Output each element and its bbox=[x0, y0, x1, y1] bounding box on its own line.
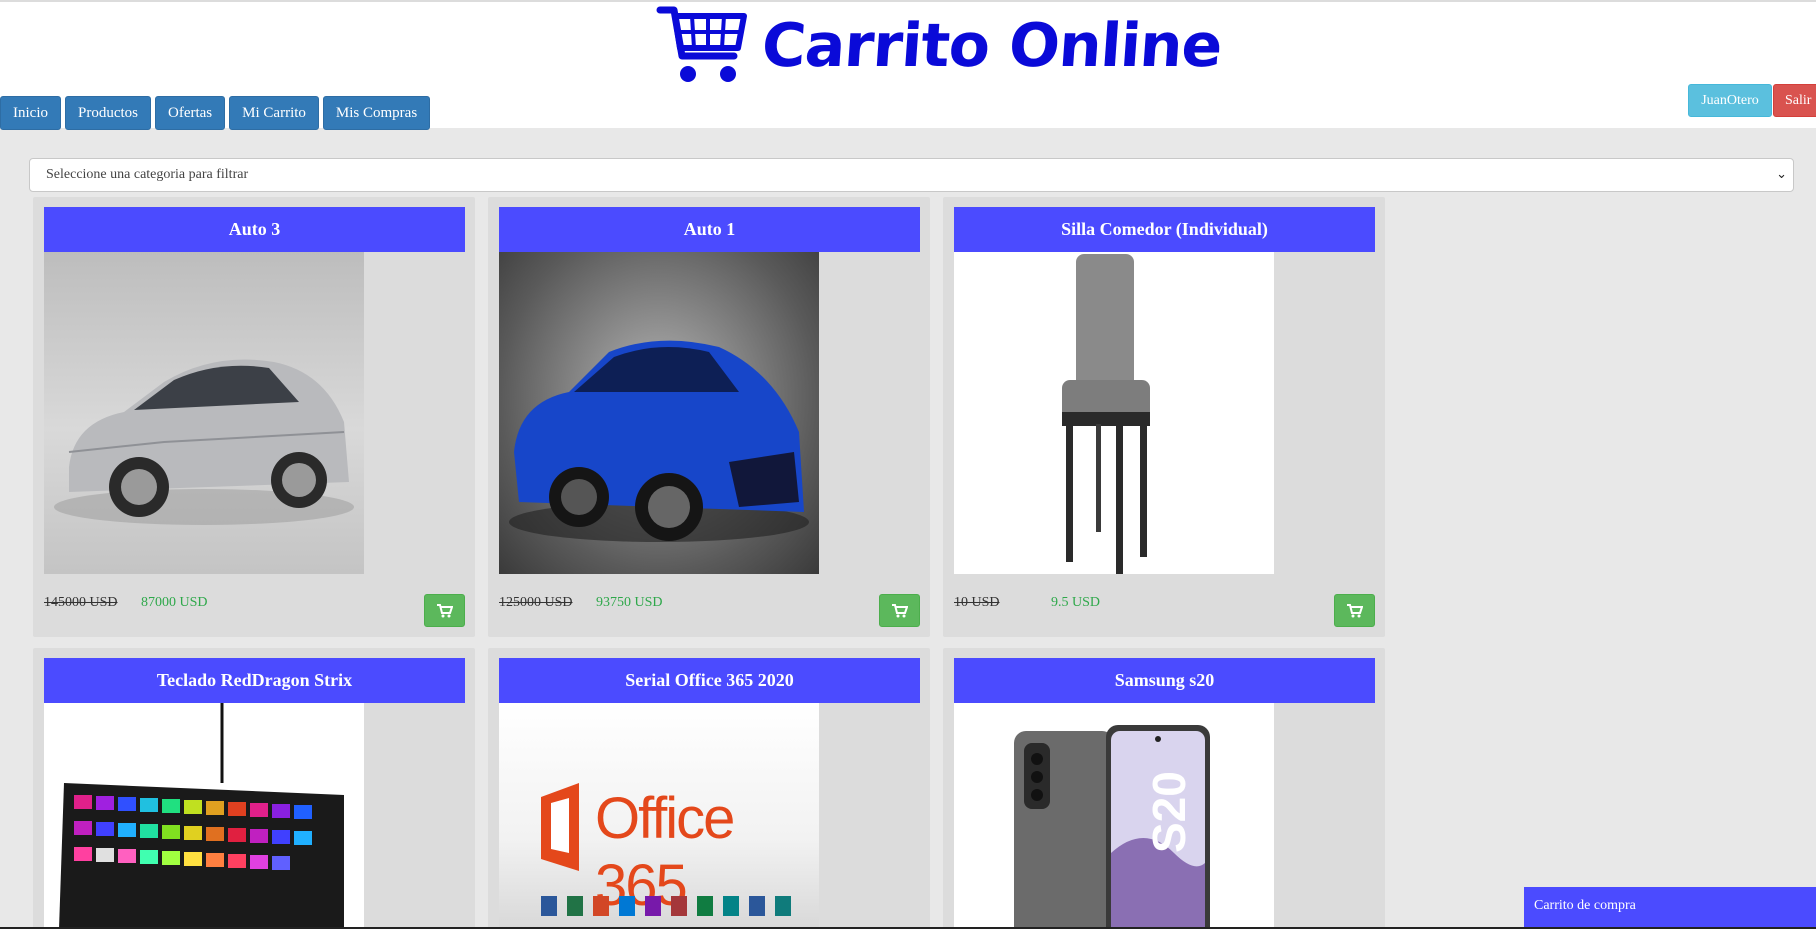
product-image-blue-car[interactable] bbox=[499, 252, 819, 574]
product-image-phone[interactable]: S20 bbox=[954, 703, 1274, 929]
product-new-price: 93750 USD bbox=[596, 595, 663, 610]
product-title[interactable]: Auto 3 bbox=[44, 207, 465, 252]
add-to-cart-button[interactable] bbox=[424, 594, 465, 627]
product-card: Samsung s20 S20 bbox=[943, 648, 1385, 929]
cart-icon bbox=[436, 603, 453, 617]
nav-productos[interactable]: Productos bbox=[65, 96, 151, 130]
product-old-price: 125000 USD bbox=[499, 595, 573, 610]
brand[interactable]: Carrito Online bbox=[656, 4, 1224, 88]
site-header: Carrito Online Inicio Productos Ofertas … bbox=[0, 2, 1816, 130]
site-title: Carrito Online bbox=[759, 11, 1224, 81]
product-card: Silla Comedor (Individual) 10 USD 9.5 US… bbox=[943, 197, 1385, 637]
product-image-office-logo[interactable]: Office 365 bbox=[499, 703, 819, 929]
shopping-cart-icon bbox=[656, 6, 747, 82]
product-image-chair[interactable] bbox=[954, 252, 1274, 574]
product-old-price: 10 USD bbox=[954, 595, 1000, 610]
add-to-cart-button[interactable] bbox=[1334, 594, 1375, 627]
cart-icon bbox=[891, 603, 908, 617]
product-title[interactable]: Silla Comedor (Individual) bbox=[954, 207, 1375, 252]
product-image-keyboard[interactable] bbox=[44, 703, 364, 929]
product-card: Auto 3 145000 USD 87000 USD bbox=[33, 197, 475, 637]
product-card: Teclado RedDragon Strix bbox=[33, 648, 475, 929]
category-filter-select[interactable]: Seleccione una categoria para filtrar ⌄ bbox=[29, 158, 1794, 192]
office-app-icons bbox=[541, 896, 791, 916]
product-image-silver-car[interactable] bbox=[44, 252, 364, 574]
product-new-price: 9.5 USD bbox=[1051, 595, 1101, 610]
add-to-cart-button[interactable] bbox=[879, 594, 920, 627]
nav-ofertas[interactable]: Ofertas bbox=[155, 96, 226, 130]
chevron-down-icon: ⌄ bbox=[1776, 167, 1787, 182]
product-title[interactable]: Teclado RedDragon Strix bbox=[44, 658, 465, 703]
product-title[interactable]: Samsung s20 bbox=[954, 658, 1375, 703]
cart-icon bbox=[1346, 603, 1363, 617]
nav-mi-carrito[interactable]: Mi Carrito bbox=[229, 96, 319, 130]
logout-button[interactable]: Salir bbox=[1773, 84, 1816, 117]
product-old-price: 145000 USD bbox=[44, 595, 118, 610]
user-button[interactable]: JuanOtero bbox=[1688, 84, 1772, 117]
product-card: Auto 1 125000 USD 93750 USD bbox=[488, 197, 930, 637]
product-new-price: 87000 USD bbox=[141, 595, 208, 610]
phone-model-text: S20 bbox=[1143, 771, 1195, 853]
product-title[interactable]: Serial Office 365 2020 bbox=[499, 658, 920, 703]
nav-mis-compras[interactable]: Mis Compras bbox=[322, 96, 431, 130]
nav-inicio[interactable]: Inicio bbox=[0, 96, 61, 130]
main-nav: Inicio Productos Ofertas Mi Carrito Mis … bbox=[0, 96, 434, 130]
product-title[interactable]: Auto 1 bbox=[499, 207, 920, 252]
product-card: Serial Office 365 2020 Office 365 bbox=[488, 648, 930, 929]
shopping-cart-panel-tab[interactable]: Carrito de compra bbox=[1524, 887, 1816, 927]
category-filter-placeholder: Seleccione una categoria para filtrar bbox=[46, 167, 249, 182]
